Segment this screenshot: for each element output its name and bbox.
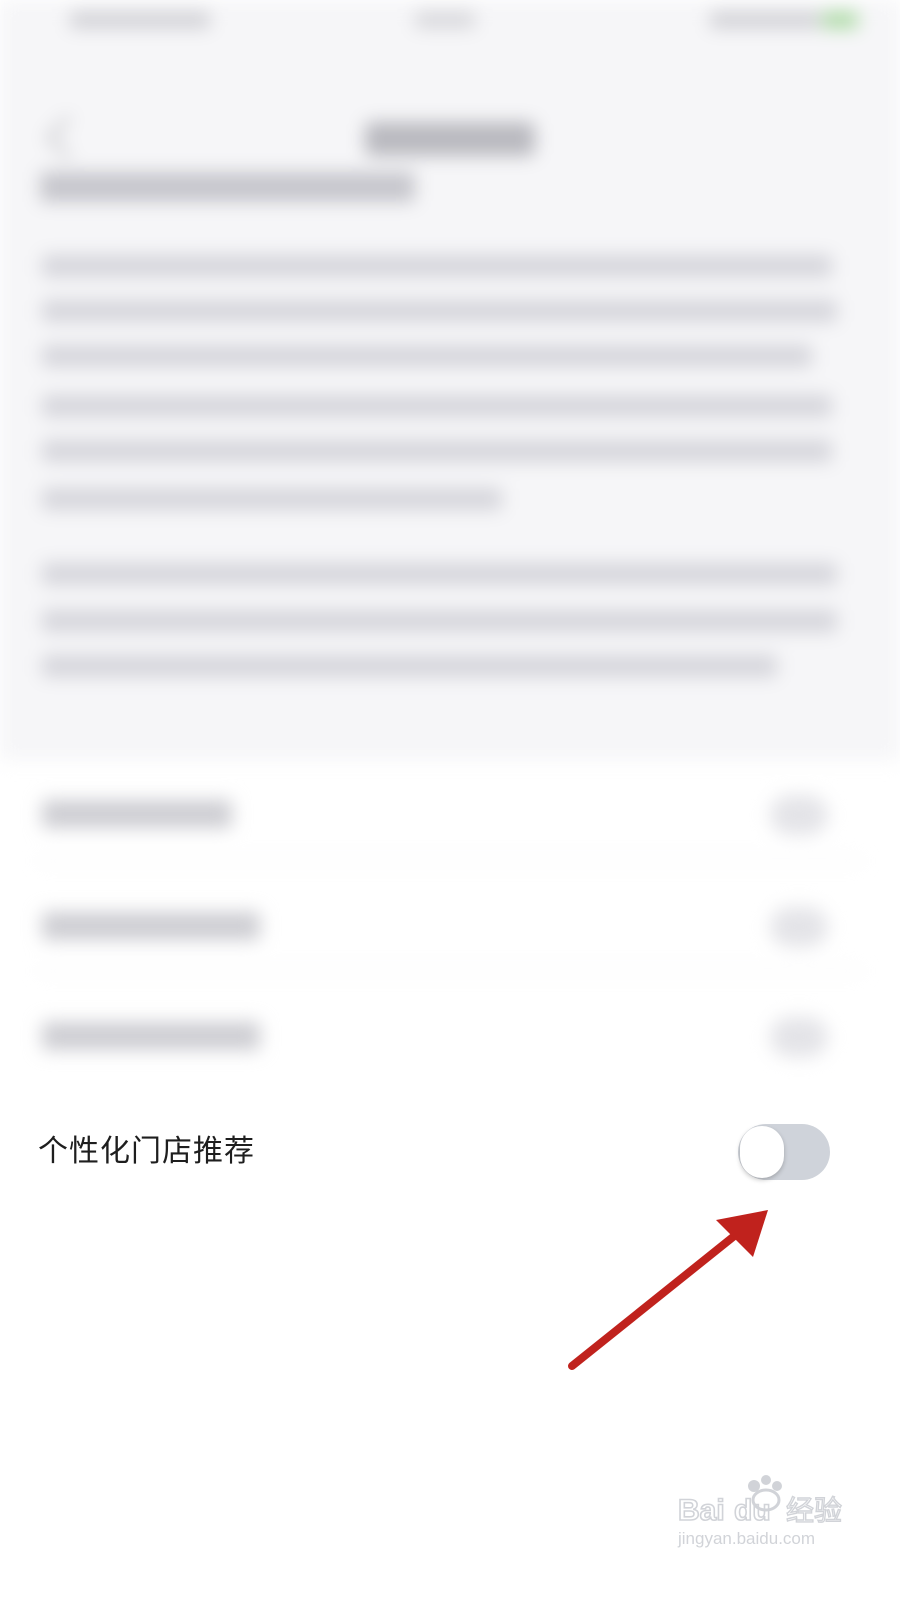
setting-label: 个性化门店推荐 — [38, 1134, 255, 1169]
baidu-watermark-logo: Bai du 经验 jingyan.baidu.com — [677, 1475, 843, 1548]
paragraph-line — [42, 345, 812, 367]
paragraph-line — [42, 255, 832, 277]
paragraph-line — [42, 655, 777, 677]
section-heading-blurred — [40, 172, 415, 202]
page-title-blurred — [365, 122, 535, 156]
paragraph-line — [42, 488, 502, 510]
setting-row-label-blurred — [42, 912, 260, 940]
setting-row-toggle-blurred[interactable] — [770, 795, 828, 835]
setting-row-label-blurred — [42, 1022, 260, 1050]
paragraph-line — [42, 395, 832, 417]
status-bar-carrier — [70, 12, 210, 28]
battery-icon — [822, 12, 858, 28]
paragraph-line — [42, 300, 837, 322]
setting-row-toggle-blurred[interactable] — [770, 907, 828, 947]
setting-row-label-blurred — [42, 800, 232, 828]
paragraph-line — [42, 610, 837, 632]
status-bar-time — [415, 12, 475, 28]
paragraph-line — [42, 563, 837, 585]
status-bar — [0, 0, 900, 44]
svg-text:Bai: Bai — [678, 1494, 725, 1527]
status-bar-indicators — [710, 12, 820, 28]
row-divider — [38, 860, 863, 862]
personalized-store-toggle[interactable] — [738, 1124, 830, 1180]
setting-row-toggle-blurred[interactable] — [770, 1017, 828, 1057]
row-divider — [38, 970, 863, 972]
svg-text:jingyan.baidu.com: jingyan.baidu.com — [677, 1529, 815, 1548]
blurred-content — [0, 0, 900, 1110]
svg-text:du: du — [734, 1494, 771, 1527]
nav-bar — [0, 50, 900, 160]
toggle-knob — [740, 1126, 784, 1178]
annotation-arrow-icon — [568, 1210, 768, 1370]
svg-text:经验: 经验 — [786, 1494, 842, 1527]
paragraph-line — [42, 440, 832, 462]
